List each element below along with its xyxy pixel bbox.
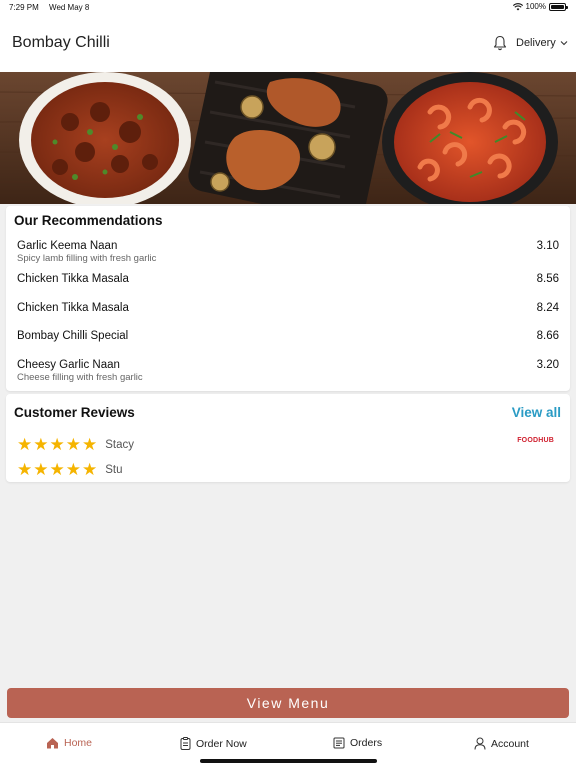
menu-item-name: Bombay Chilli Special — [17, 330, 129, 342]
nav-label: Order Now — [196, 737, 247, 750]
order-icon — [180, 737, 191, 750]
restaurant-title: Bombay Chilli — [12, 34, 110, 51]
menu-item-description: Spicy lamb filling with fresh garlic — [17, 253, 157, 264]
star-rating: ★ ★ ★ ★ ★ — [17, 461, 97, 478]
star-rating: ★ ★ ★ ★ ★ — [17, 436, 97, 453]
view-menu-button[interactable]: View Menu — [7, 688, 569, 718]
delivery-selector[interactable]: Delivery — [516, 37, 568, 49]
menu-item-name: Chicken Tikka Masala — [17, 302, 129, 314]
star-icon: ★ — [33, 460, 49, 479]
star-icon: ★ — [49, 460, 65, 479]
star-icon: ★ — [33, 435, 49, 454]
view-all-reviews-link[interactable]: View all — [512, 405, 561, 420]
status-time: 7:29 PM — [9, 3, 39, 12]
nav-home[interactable]: Home — [46, 737, 92, 749]
delivery-label: Delivery — [516, 37, 556, 49]
nav-label: Home — [64, 737, 93, 749]
menu-item-price: 3.10 — [536, 240, 559, 252]
star-icon: ★ — [49, 435, 65, 454]
nav-orders[interactable]: Orders — [333, 737, 382, 749]
nav-account[interactable]: Account — [474, 737, 529, 750]
account-icon — [474, 737, 486, 750]
app-header: Bombay Chilli Delivery — [0, 14, 576, 72]
home-icon — [47, 738, 58, 749]
menu-item-price: 8.66 — [536, 330, 559, 342]
status-date: Wed May 8 — [49, 3, 90, 12]
star-icon: ★ — [17, 460, 33, 479]
star-icon: ★ — [82, 435, 98, 454]
star-icon: ★ — [17, 435, 33, 454]
star-icon: ★ — [65, 435, 81, 454]
reviewer-name: Stu — [105, 463, 123, 476]
star-icon: ★ — [82, 460, 98, 479]
menu-item[interactable]: Chicken Tikka Masala 8.56 — [17, 273, 559, 285]
foodhub-logo: FOODHUB — [517, 437, 554, 444]
home-indicator — [200, 759, 377, 763]
reviewer-name: Stacy — [105, 438, 135, 451]
menu-item[interactable]: Bombay Chilli Special 8.66 — [17, 330, 559, 342]
menu-item[interactable]: Cheesy Garlic Naan Cheese filling with f… — [17, 359, 559, 383]
menu-item-price: 8.24 — [536, 302, 559, 314]
menu-item-name: Chicken Tikka Masala — [17, 273, 129, 285]
menu-item[interactable]: Chicken Tikka Masala 8.24 — [17, 302, 559, 314]
menu-item[interactable]: Garlic Keema Naan Spicy lamb filling wit… — [17, 240, 559, 264]
chevron-down-icon — [560, 41, 568, 46]
reviews-title: Customer Reviews — [14, 405, 135, 420]
menu-item-name: Garlic Keema Naan — [17, 240, 118, 252]
hero-banner — [0, 72, 576, 204]
menu-item-price: 8.56 — [536, 273, 559, 285]
review-row: ★ ★ ★ ★ ★ Stu — [17, 461, 123, 478]
customer-reviews-card: Customer Reviews View all ★ ★ ★ ★ ★ Stacy ★ ★… — [6, 394, 570, 482]
battery-icon — [549, 2, 568, 11]
recommendations-card: Our Recommendations Garlic Keema Naan Sp… — [6, 206, 570, 391]
food-banner-image — [0, 72, 576, 204]
bell-icon[interactable] — [493, 35, 507, 51]
star-icon: ★ — [65, 460, 81, 479]
menu-item-name: Cheesy Garlic Naan — [17, 359, 120, 371]
battery-percent: 100% — [525, 2, 546, 11]
recommendations-title: Our Recommendations — [14, 213, 163, 228]
review-row: ★ ★ ★ ★ ★ Stacy — [17, 436, 134, 453]
wifi-icon — [512, 2, 523, 10]
menu-item-price: 3.20 — [536, 359, 559, 371]
nav-label: Orders — [350, 737, 383, 749]
status-bar: 7:29 PM Wed May 8 100% — [0, 0, 576, 14]
nav-label: Account — [491, 737, 529, 750]
nav-order-now[interactable]: Order Now — [180, 737, 247, 750]
orders-icon — [333, 737, 345, 749]
menu-item-description: Cheese filling with fresh garlic — [17, 372, 143, 383]
